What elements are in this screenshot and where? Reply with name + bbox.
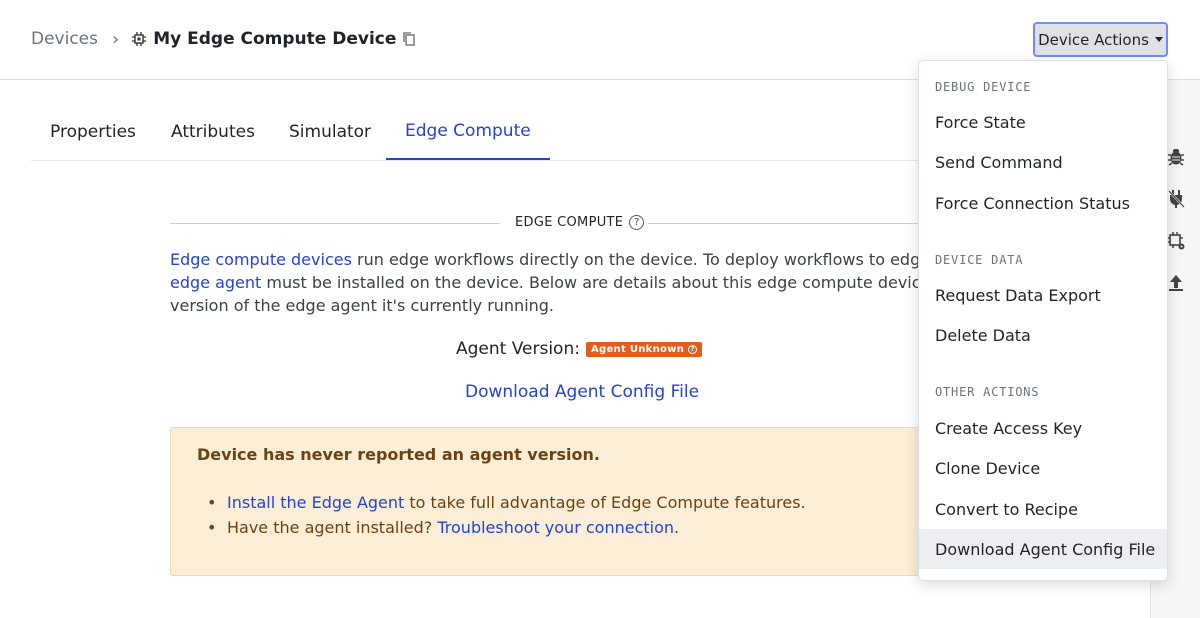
chip-icon	[131, 31, 147, 47]
agent-version-row: Agent Version: Agent Unknown ?	[456, 337, 703, 361]
description-line-2: edge agent must be installed on the devi…	[170, 271, 930, 294]
menu-group-header-device-data: DEVICE DATA	[935, 253, 1024, 267]
menu-item-force-connection-status[interactable]: Force Connection Status	[919, 183, 1167, 223]
edge-compute-devices-link[interactable]: Edge compute devices	[170, 250, 352, 269]
bug-icon[interactable]	[1165, 146, 1187, 168]
tab-properties[interactable]: Properties	[50, 104, 136, 160]
alert-list: Install the Edge Agent to take full adva…	[207, 490, 806, 540]
list-item: Have the agent installed? Troubleshoot y…	[207, 515, 806, 540]
alert-item-text: to take full advantage of Edge Compute f…	[404, 493, 806, 512]
menu-group-header-debug: DEBUG DEVICE	[935, 80, 1032, 94]
breadcrumb-devices-link[interactable]: Devices	[31, 29, 98, 49]
tab-edge-compute[interactable]: Edge Compute	[386, 104, 550, 160]
edge-agent-link[interactable]: edge agent	[170, 273, 261, 292]
menu-item-request-data-export[interactable]: Request Data Export	[919, 275, 1167, 315]
description-line-3: version of the edge agent it's currently…	[170, 296, 555, 315]
menu-item-force-state[interactable]: Force State	[919, 102, 1167, 142]
troubleshoot-connection-link[interactable]: Troubleshoot your connection	[437, 518, 674, 537]
page-title: My Edge Compute Device	[153, 29, 397, 49]
agent-status-badge: Agent Unknown ?	[585, 341, 703, 357]
tab-simulator[interactable]: Simulator	[289, 104, 371, 160]
device-actions-menu: DEBUG DEVICE Force State Send Command Fo…	[918, 60, 1168, 581]
agent-version-label: Agent Version:	[456, 339, 580, 359]
device-actions-label: Device Actions	[1038, 30, 1149, 49]
help-icon[interactable]: ?	[629, 215, 645, 230]
help-icon[interactable]: ?	[688, 344, 698, 354]
warning-alert: Device has never reported an agent versi…	[170, 427, 930, 576]
alert-item-end: .	[674, 518, 680, 537]
breadcrumb-separator: ›	[112, 28, 120, 50]
breadcrumb: Devices › My Edge Compute Device	[31, 27, 416, 51]
menu-item-download-agent-config[interactable]: Download Agent Config File	[919, 529, 1167, 569]
download-agent-config-link[interactable]: Download Agent Config File	[465, 382, 699, 402]
alert-item-text: Have the agent installed?	[227, 518, 438, 537]
edge-compute-description: Edge compute devices run edge workflows …	[170, 248, 930, 317]
section-title: EDGE COMPUTE ?	[515, 215, 645, 230]
plug-icon[interactable]	[1165, 188, 1187, 210]
caret-down-icon	[1154, 37, 1163, 42]
chip-settings-icon[interactable]	[1165, 230, 1187, 252]
install-edge-agent-link[interactable]: Install the Edge Agent	[227, 493, 404, 512]
description-text-1: run edge workflows directly on the devic…	[357, 250, 930, 269]
section-title-text: EDGE COMPUTE	[515, 215, 624, 230]
agent-status-text: Agent Unknown	[590, 343, 685, 355]
section-divider: EDGE COMPUTE ?	[170, 212, 980, 236]
description-line-1: Edge compute devices run edge workflows …	[170, 248, 930, 271]
device-actions-button[interactable]: Device Actions	[1033, 22, 1168, 57]
copy-icon[interactable]	[402, 31, 416, 47]
tab-attributes[interactable]: Attributes	[171, 104, 255, 160]
divider-line-left	[170, 223, 500, 224]
menu-group-header-other-actions: OTHER ACTIONS	[935, 385, 1040, 399]
menu-item-delete-data[interactable]: Delete Data	[919, 315, 1167, 355]
list-item: Install the Edge Agent to take full adva…	[207, 490, 806, 515]
menu-item-convert-to-recipe[interactable]: Convert to Recipe	[919, 489, 1167, 529]
alert-title: Device has never reported an agent versi…	[197, 445, 600, 464]
menu-item-send-command[interactable]: Send Command	[919, 142, 1167, 182]
menu-item-clone-device[interactable]: Clone Device	[919, 448, 1167, 488]
description-text-2: must be installed on the device. Below a…	[261, 273, 930, 292]
menu-item-create-access-key[interactable]: Create Access Key	[919, 408, 1167, 448]
upload-icon[interactable]	[1165, 272, 1187, 294]
